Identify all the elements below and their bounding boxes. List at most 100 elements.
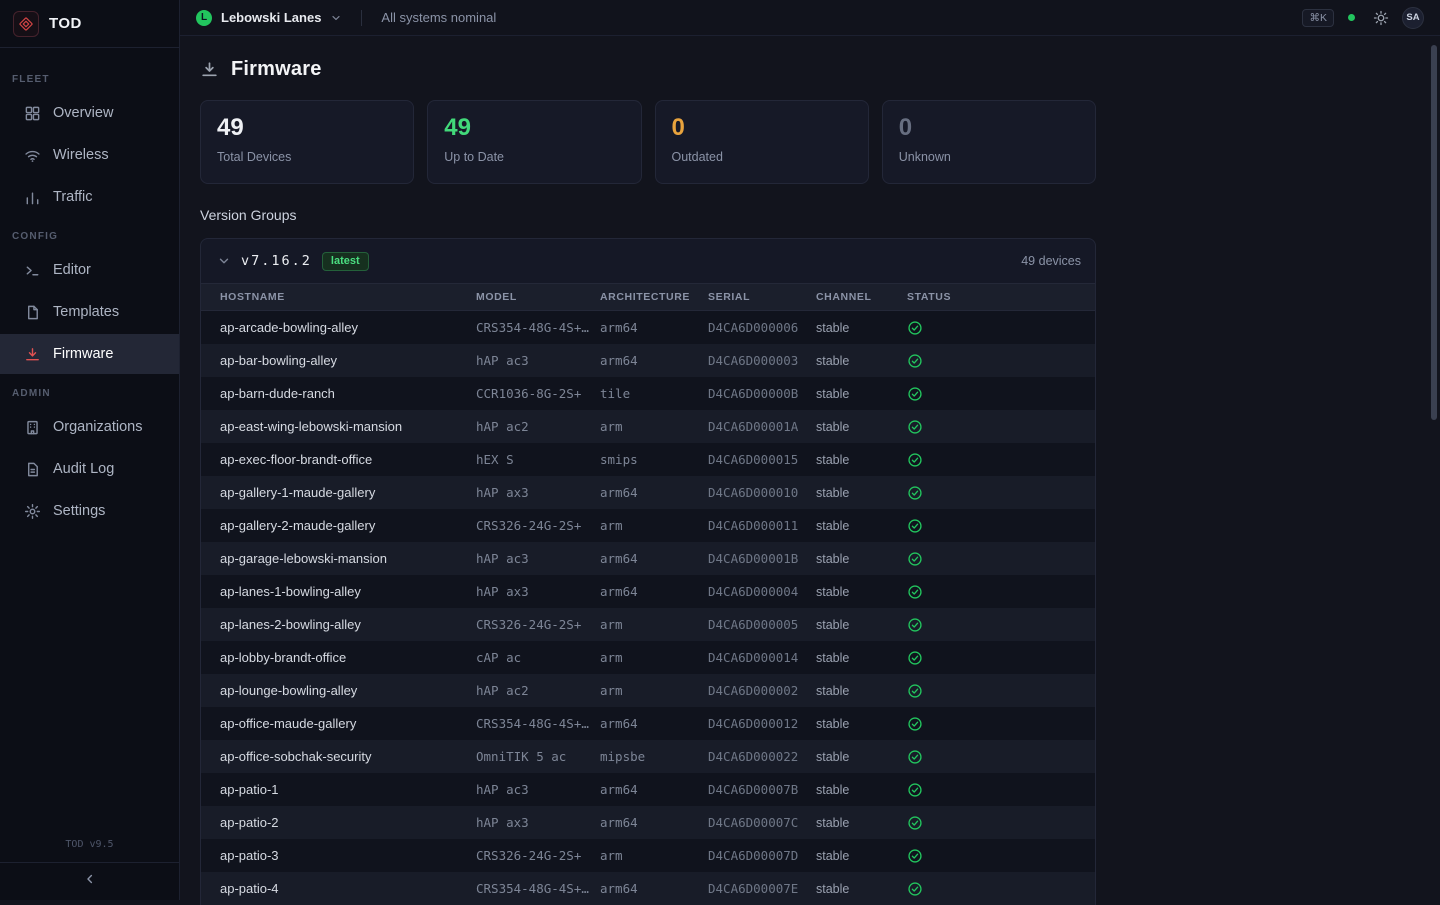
- cell-hostname: ap-lanes-1-bowling-alley: [220, 584, 476, 599]
- app-root: TOD FLEETOverviewWirelessTrafficCONFIGEd…: [0, 0, 1440, 900]
- building-icon: [24, 419, 41, 436]
- divider: [361, 10, 362, 26]
- sidebar-item-traffic[interactable]: Traffic: [0, 177, 179, 217]
- table-row[interactable]: ap-lanes-1-bowling-alleyhAP ax3arm64D4CA…: [201, 575, 1095, 608]
- page-title: Firmware: [231, 58, 322, 81]
- stat-card-unknown: 0Unknown: [882, 100, 1096, 184]
- cell-architecture: arm: [600, 683, 708, 698]
- table-row[interactable]: ap-bar-bowling-alleyhAP ac3arm64D4CA6D00…: [201, 344, 1095, 377]
- table-row[interactable]: ap-barn-dude-ranchCCR1036-8G-2S+tileD4CA…: [201, 377, 1095, 410]
- check-circle-icon: [907, 452, 1095, 468]
- cell-model: CRS326-24G-2S+: [476, 518, 600, 533]
- stat-label: Outdated: [672, 150, 852, 164]
- check-circle-icon: [907, 881, 1095, 897]
- brand-row: TOD: [0, 0, 179, 48]
- cell-hostname: ap-lobby-brandt-office: [220, 650, 476, 665]
- terminal-icon: [24, 262, 41, 279]
- gear-icon: [24, 503, 41, 520]
- table-row[interactable]: ap-lobby-brandt-officecAP acarmD4CA6D000…: [201, 641, 1095, 674]
- chevron-down-icon[interactable]: [217, 254, 231, 268]
- cell-channel: stable: [816, 453, 907, 467]
- cell-hostname: ap-gallery-1-maude-gallery: [220, 485, 476, 500]
- theme-toggle-sun-icon[interactable]: [1373, 10, 1389, 26]
- doc-icon: [24, 461, 41, 478]
- cell-channel: stable: [816, 420, 907, 434]
- cell-model: hAP ac3: [476, 782, 600, 797]
- cell-model: hAP ac3: [476, 551, 600, 566]
- sidebar-item-label: Traffic: [53, 189, 92, 205]
- cell-channel: stable: [816, 486, 907, 500]
- nav-section-label: CONFIG: [0, 219, 179, 248]
- cell-model: hAP ax3: [476, 584, 600, 599]
- cell-architecture: arm64: [600, 353, 708, 368]
- sidebar-item-settings[interactable]: Settings: [0, 491, 179, 531]
- cell-architecture: arm: [600, 650, 708, 665]
- cell-architecture: arm64: [600, 551, 708, 566]
- sidebar-item-firmware[interactable]: Firmware: [0, 334, 179, 374]
- cell-architecture: arm64: [600, 584, 708, 599]
- cell-architecture: tile: [600, 386, 708, 401]
- table-row[interactable]: ap-office-sobchak-securityOmniTIK 5 acmi…: [201, 740, 1095, 773]
- cell-model: hAP ax3: [476, 485, 600, 500]
- cell-hostname: ap-lounge-bowling-alley: [220, 683, 476, 698]
- sidebar-item-templates[interactable]: Templates: [0, 292, 179, 332]
- page-scrollbar[interactable]: [1431, 45, 1437, 420]
- check-circle-icon: [907, 716, 1095, 732]
- table-row[interactable]: ap-patio-2hAP ax3arm64D4CA6D00007Cstable: [201, 806, 1095, 839]
- table-row[interactable]: ap-patio-1hAP ac3arm64D4CA6D00007Bstable: [201, 773, 1095, 806]
- table-row[interactable]: ap-exec-floor-brandt-officehEX SsmipsD4C…: [201, 443, 1095, 476]
- table-row[interactable]: ap-gallery-2-maude-galleryCRS326-24G-2S+…: [201, 509, 1095, 542]
- version-group-header[interactable]: v7.16.2 latest 49 devices: [201, 239, 1095, 283]
- cell-serial: D4CA6D000022: [708, 749, 816, 764]
- main-area: L Lebowski Lanes All systems nominal ⌘K …: [180, 0, 1440, 900]
- cell-serial: D4CA6D000003: [708, 353, 816, 368]
- cell-architecture: arm64: [600, 815, 708, 830]
- latest-badge: latest: [322, 252, 369, 271]
- check-circle-icon: [907, 485, 1095, 501]
- cell-serial: D4CA6D00007E: [708, 881, 816, 896]
- cell-hostname: ap-office-sobchak-security: [220, 749, 476, 764]
- table-row[interactable]: ap-patio-4CRS354-48G-4S+…arm64D4CA6D0000…: [201, 872, 1095, 905]
- command-palette-shortcut[interactable]: ⌘K: [1302, 9, 1334, 27]
- table-row[interactable]: ap-east-wing-lebowski-mansionhAP ac2armD…: [201, 410, 1095, 443]
- sidebar-item-organizations[interactable]: Organizations: [0, 407, 179, 447]
- collapse-sidebar-button[interactable]: [0, 862, 179, 900]
- cell-hostname: ap-patio-2: [220, 815, 476, 830]
- cell-serial: D4CA6D000002: [708, 683, 816, 698]
- org-switcher[interactable]: Lebowski Lanes: [221, 10, 321, 25]
- sidebar-item-wireless[interactable]: Wireless: [0, 135, 179, 175]
- cell-channel: stable: [816, 684, 907, 698]
- table-row[interactable]: ap-arcade-bowling-alleyCRS354-48G-4S+…ar…: [201, 311, 1095, 344]
- sidebar-item-editor[interactable]: Editor: [0, 250, 179, 290]
- org-avatar: L: [196, 10, 212, 26]
- cell-hostname: ap-patio-3: [220, 848, 476, 863]
- stat-value: 49: [444, 115, 624, 141]
- grid-icon: [24, 105, 41, 122]
- sidebar-item-label: Organizations: [53, 419, 142, 435]
- cell-hostname: ap-bar-bowling-alley: [220, 353, 476, 368]
- stat-label: Total Devices: [217, 150, 397, 164]
- user-avatar[interactable]: SA: [1402, 7, 1424, 29]
- cell-model: hEX S: [476, 452, 600, 467]
- table-row[interactable]: ap-garage-lebowski-mansionhAP ac3arm64D4…: [201, 542, 1095, 575]
- app-version: TOD v9.5: [0, 829, 179, 862]
- chevron-left-icon: [83, 872, 97, 891]
- firmware-download-icon: [200, 60, 219, 79]
- table-row[interactable]: ap-patio-3CRS326-24G-2S+armD4CA6D00007Ds…: [201, 839, 1095, 872]
- sidebar-item-overview[interactable]: Overview: [0, 93, 179, 133]
- stat-value: 0: [672, 115, 852, 141]
- table-row[interactable]: ap-gallery-1-maude-galleryhAP ax3arm64D4…: [201, 476, 1095, 509]
- table-row[interactable]: ap-lanes-2-bowling-alleyCRS326-24G-2S+ar…: [201, 608, 1095, 641]
- version-label: v7.16.2: [241, 253, 312, 269]
- cell-model: CRS326-24G-2S+: [476, 848, 600, 863]
- sidebar-item-label: Wireless: [53, 147, 109, 163]
- sidebar-item-audit-log[interactable]: Audit Log: [0, 449, 179, 489]
- device-count: 49 devices: [1021, 254, 1081, 268]
- table-row[interactable]: ap-office-maude-galleryCRS354-48G-4S+…ar…: [201, 707, 1095, 740]
- chevron-down-icon[interactable]: [330, 12, 342, 24]
- cell-serial: D4CA6D000006: [708, 320, 816, 335]
- cell-channel: stable: [816, 882, 907, 896]
- brand-logo-icon: [13, 11, 39, 37]
- table-row[interactable]: ap-lounge-bowling-alleyhAP ac2armD4CA6D0…: [201, 674, 1095, 707]
- cell-hostname: ap-east-wing-lebowski-mansion: [220, 419, 476, 434]
